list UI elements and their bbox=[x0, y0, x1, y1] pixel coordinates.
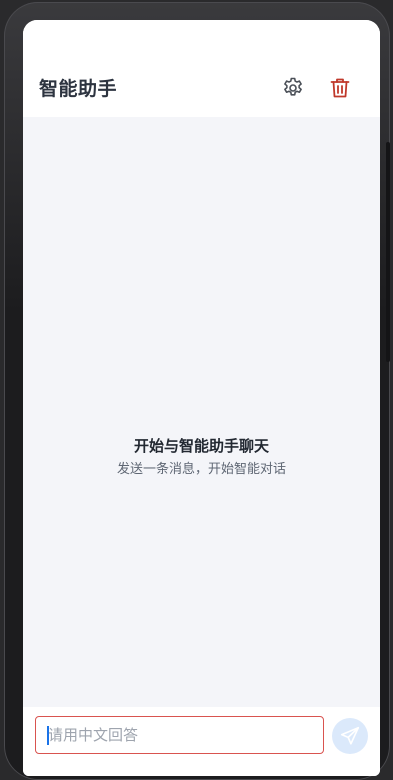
settings-button[interactable] bbox=[279, 74, 307, 102]
chat-messages-area[interactable]: 开始与智能助手聊天 发送一条消息，开始智能对话 bbox=[23, 117, 380, 707]
empty-state-subtitle: 发送一条消息，开始智能对话 bbox=[116, 462, 286, 477]
empty-state: 开始与智能助手聊天 发送一条消息，开始智能对话 bbox=[23, 435, 380, 480]
send-button[interactable] bbox=[332, 718, 368, 754]
app-screen: 智能助手 开始与智能助手聊天 发送一条消息，开始智能对话 请用中文回答 bbox=[23, 20, 380, 776]
device-side-button bbox=[386, 142, 390, 362]
app-header: 智能助手 bbox=[23, 20, 380, 117]
message-input[interactable] bbox=[35, 716, 324, 754]
message-input-bar bbox=[23, 707, 380, 776]
device-frame: 智能助手 开始与智能助手聊天 发送一条消息，开始智能对话 请用中文回答 bbox=[4, 2, 390, 780]
clear-chat-button[interactable] bbox=[326, 74, 354, 102]
gear-icon bbox=[284, 77, 302, 96]
text-cursor bbox=[47, 726, 49, 745]
page-title: 智能助手 bbox=[39, 78, 118, 100]
trash-icon bbox=[330, 78, 350, 98]
send-icon bbox=[340, 726, 360, 745]
empty-state-title: 开始与智能助手聊天 bbox=[133, 437, 269, 455]
